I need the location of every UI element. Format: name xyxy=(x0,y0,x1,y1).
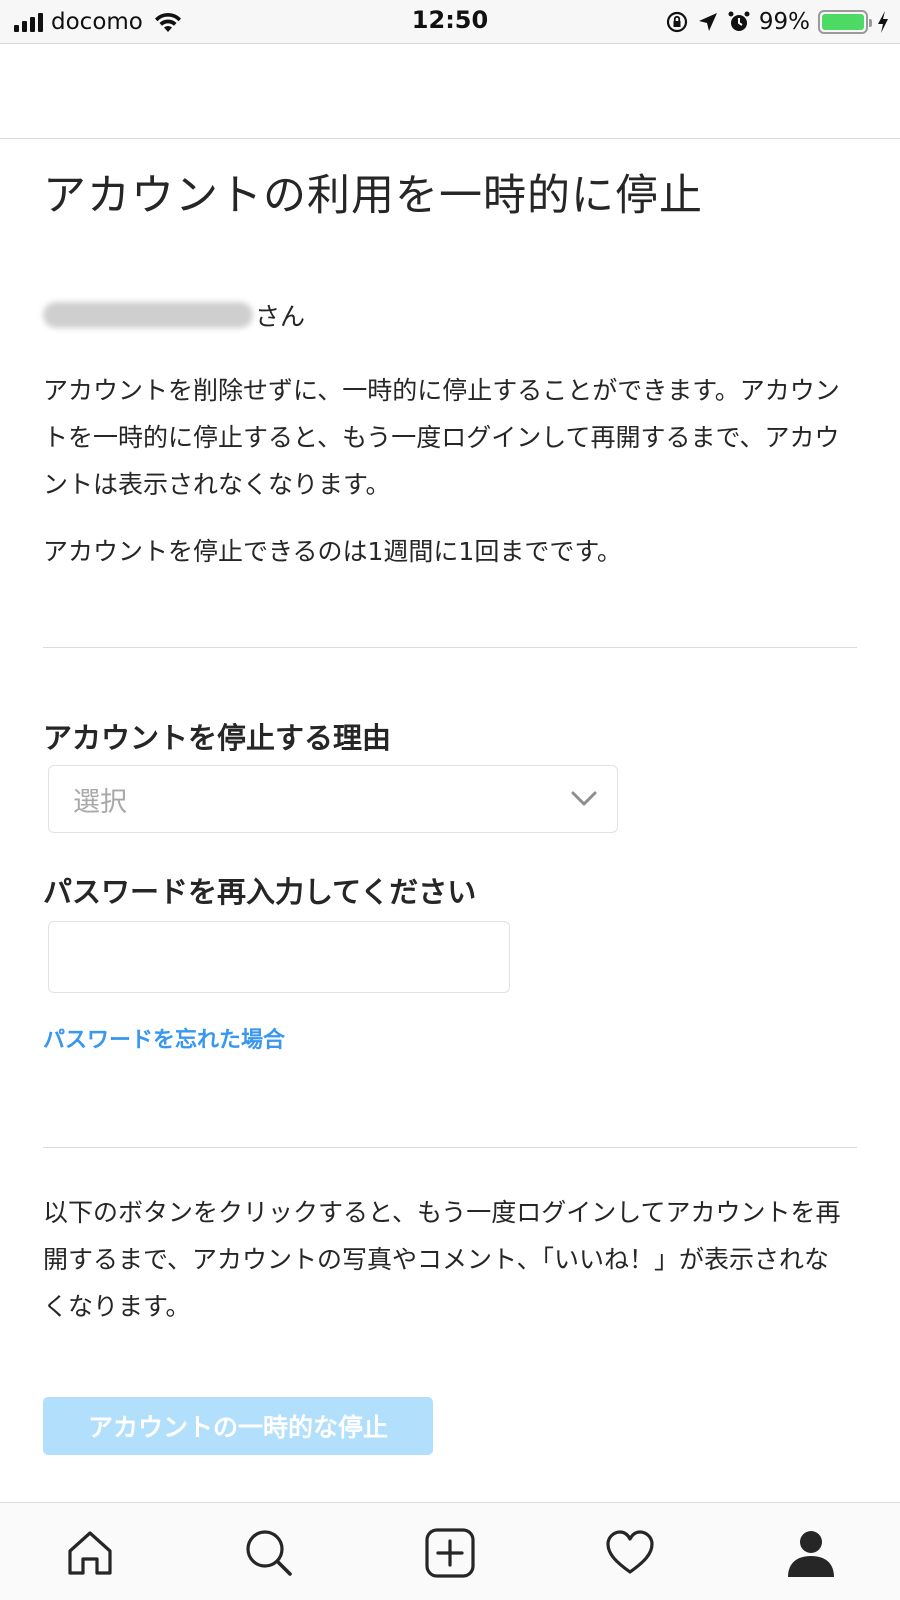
nav-header xyxy=(0,44,900,139)
battery-icon xyxy=(818,10,872,34)
status-right: 99% xyxy=(665,8,890,36)
battery-fill xyxy=(822,14,864,30)
reason-select-value: 選択 xyxy=(73,786,127,818)
divider xyxy=(43,647,857,648)
tab-search[interactable] xyxy=(241,1525,297,1581)
forgot-password-link[interactable]: パスワードを忘れた場合 xyxy=(43,1022,285,1054)
username-line: さん xyxy=(43,297,305,333)
description-text: アカウントを削除せずに、一時的に停止することができます。アカウントを一時的に停止… xyxy=(43,376,840,499)
heart-icon xyxy=(606,1530,654,1574)
divider xyxy=(43,1147,857,1148)
location-icon xyxy=(698,13,717,31)
username-redacted xyxy=(43,302,253,328)
alarm-icon xyxy=(728,11,750,31)
page-title: アカウントの利用を一時的に停止 xyxy=(43,171,703,221)
battery-percent: 99% xyxy=(758,9,810,35)
home-icon xyxy=(68,1531,112,1575)
username-suffix: さん xyxy=(255,302,306,331)
tab-activity[interactable] xyxy=(602,1525,658,1581)
charging-icon xyxy=(878,11,888,33)
password-label: パスワードを再入力してください xyxy=(43,875,477,909)
rotation-lock-icon xyxy=(666,11,687,33)
profile-icon xyxy=(788,1531,834,1577)
add-post-icon xyxy=(425,1528,475,1578)
frequency-note: アカウントを停止できるのは1週間に1回までです。 xyxy=(43,537,622,566)
tab-add-post[interactable] xyxy=(422,1525,478,1581)
tab-bar xyxy=(0,1502,900,1600)
reason-label: アカウントを停止する理由 xyxy=(43,721,392,755)
tab-home[interactable] xyxy=(62,1525,118,1581)
deactivation-notice: 以下のボタンをクリックすると、もう一度ログインしてアカウントを再開するまで、アカ… xyxy=(43,1198,841,1321)
temporarily-disable-button[interactable]: アカウントの一時的な停止 xyxy=(43,1397,433,1455)
chevron-down-icon xyxy=(571,791,597,806)
reason-select[interactable]: 選択 xyxy=(48,765,618,833)
search-icon xyxy=(246,1530,292,1576)
status-bar: docomo 12:50 99% xyxy=(0,0,900,44)
password-input[interactable] xyxy=(48,921,510,993)
tab-profile[interactable] xyxy=(783,1525,839,1581)
